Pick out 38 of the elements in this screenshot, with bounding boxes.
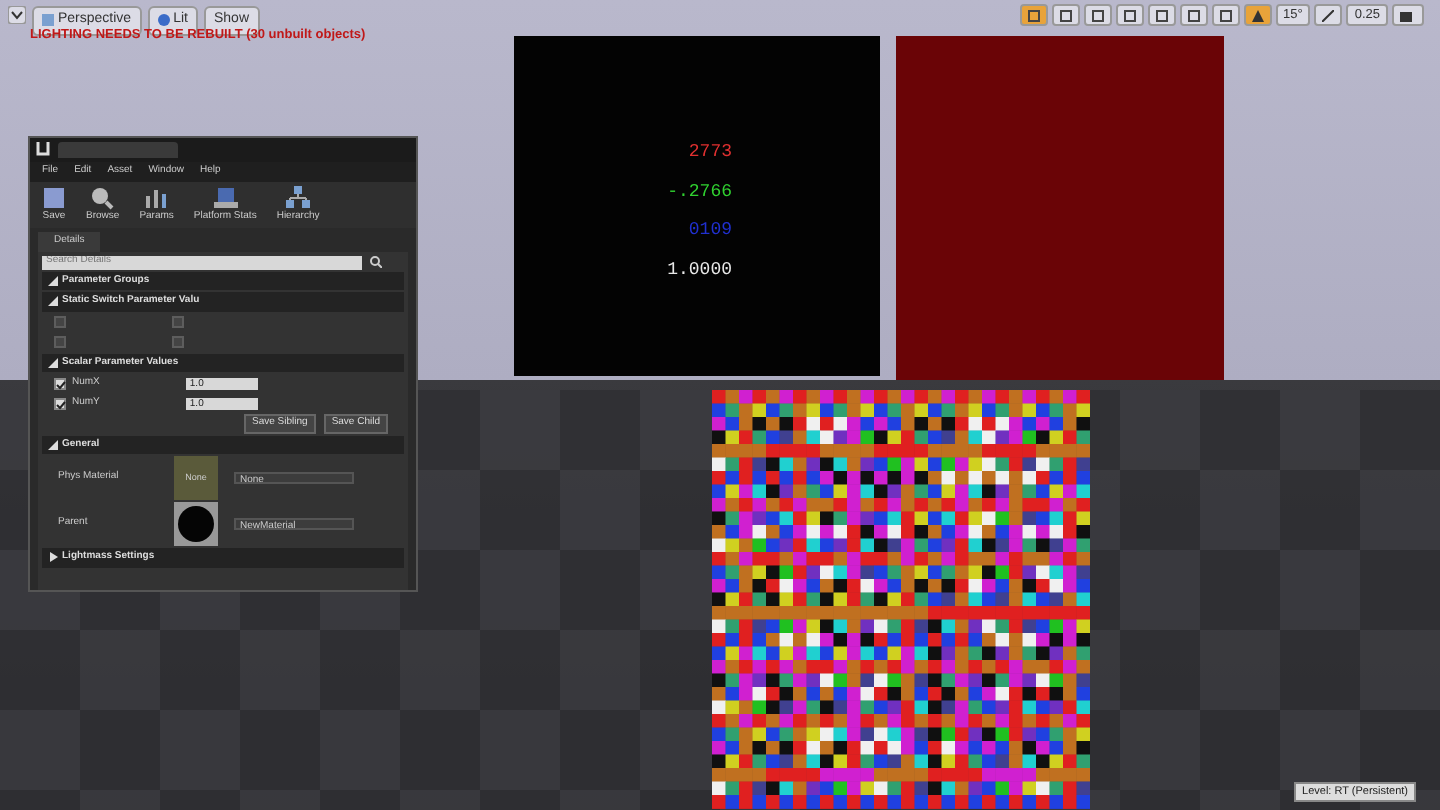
checkbox[interactable] xyxy=(54,397,66,409)
value-readout: 1.0000 xyxy=(667,257,732,283)
viewport-tool-button[interactable] xyxy=(1115,4,1143,26)
tree-icon xyxy=(286,185,311,209)
checkbox[interactable] xyxy=(54,377,66,389)
value-readout: -.2766 xyxy=(667,179,732,205)
diagonal-icon xyxy=(1322,9,1335,21)
bars-icon xyxy=(144,185,169,209)
tool-icon xyxy=(1091,9,1103,21)
angle-snap-button[interactable] xyxy=(1243,4,1271,26)
dropdown-icon xyxy=(8,6,26,24)
viewport-tool-button[interactable] xyxy=(1051,4,1079,26)
monitor-icon xyxy=(213,185,238,209)
tool-icon xyxy=(1187,9,1199,21)
view-icon xyxy=(42,14,54,27)
viewport-tool-button[interactable] xyxy=(1083,4,1111,26)
logo-icon xyxy=(36,142,50,158)
search-icon xyxy=(370,256,382,268)
viewport-tool-button[interactable] xyxy=(1179,4,1207,26)
expanded-caret-icon xyxy=(48,357,58,368)
tool-icon xyxy=(1219,9,1231,21)
viewport-tool-button[interactable] xyxy=(1211,4,1239,26)
tool-icon xyxy=(1059,9,1071,21)
camera-icon xyxy=(1400,9,1416,21)
viewport-tool-button[interactable] xyxy=(1147,4,1175,26)
value-readout: 2773 xyxy=(688,140,732,166)
viewport-tool-button[interactable] xyxy=(1019,4,1047,26)
value-readout: 0109 xyxy=(688,218,732,244)
tool-icon xyxy=(1155,9,1167,21)
tool-icon xyxy=(1027,9,1039,21)
expanded-caret-icon xyxy=(48,439,58,450)
scale-snap-button[interactable] xyxy=(1314,4,1343,26)
triangle-icon xyxy=(1251,9,1263,21)
camera-speed-button[interactable] xyxy=(1392,4,1424,26)
sphere-thumbnail xyxy=(174,502,218,546)
magnifier-icon xyxy=(90,185,115,209)
sphere-icon xyxy=(157,14,170,27)
tool-icon xyxy=(1123,9,1135,21)
